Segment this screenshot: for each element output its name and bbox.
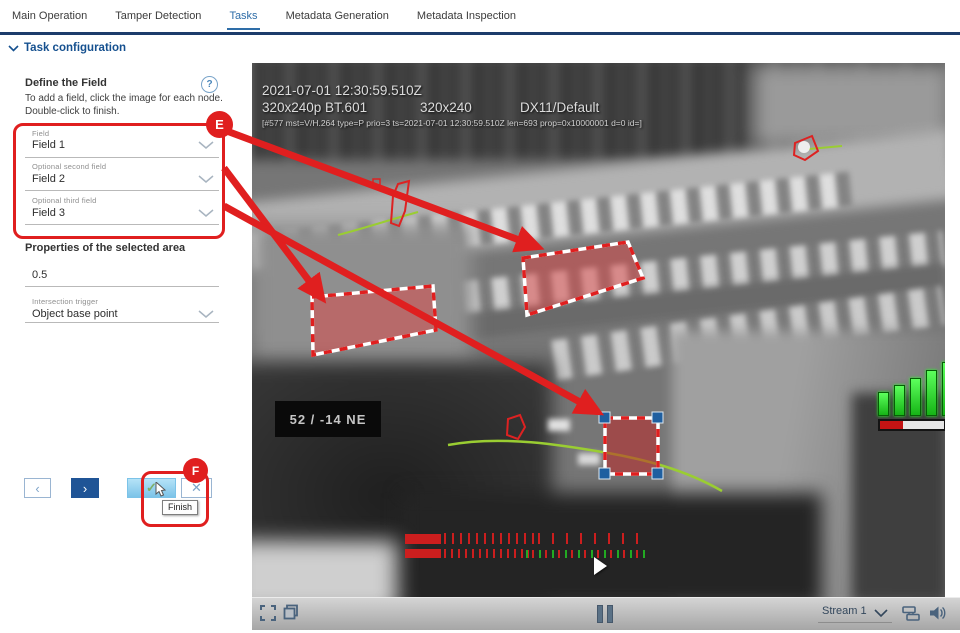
annotation-badge-e: E bbox=[206, 111, 233, 138]
finish-tooltip: Finish bbox=[162, 500, 198, 515]
chevron-down-icon[interactable] bbox=[874, 609, 888, 618]
divider bbox=[25, 190, 219, 191]
chevron-down-icon[interactable] bbox=[198, 175, 214, 184]
section-title: Task configuration bbox=[24, 42, 126, 54]
metadata-tick-block bbox=[405, 549, 441, 558]
tab-tamper-detection[interactable]: Tamper Detection bbox=[113, 10, 203, 30]
field2-label: Optional second field bbox=[32, 162, 106, 171]
next-step-button[interactable]: › bbox=[71, 478, 99, 498]
field3-select[interactable]: Field 3 bbox=[32, 207, 65, 219]
properties-heading: Properties of the selected area bbox=[25, 242, 185, 254]
application-window: Main Operation Tamper Detection Tasks Me… bbox=[0, 0, 960, 633]
divider bbox=[25, 286, 219, 287]
speaker-icon[interactable] bbox=[928, 604, 946, 622]
field1-label: Field bbox=[32, 129, 49, 138]
osd-timestamp: 2021-07-01 12:30:59.510Z bbox=[262, 83, 422, 98]
annotation-badge-f: F bbox=[183, 458, 208, 483]
task-configuration-toggle[interactable]: Task configuration bbox=[8, 42, 126, 54]
level-meter bbox=[878, 419, 945, 431]
field1-select[interactable]: Field 1 bbox=[32, 139, 65, 151]
fullscreen-icon[interactable] bbox=[260, 605, 276, 621]
field3-label: Optional third field bbox=[32, 196, 96, 205]
top-tab-bar: Main Operation Tamper Detection Tasks Me… bbox=[10, 0, 518, 30]
pause-button[interactable] bbox=[597, 605, 613, 623]
header-divider bbox=[0, 32, 960, 35]
osd-metadata: [#577 mst=V/H.264 type=P prio=3 ts=2021-… bbox=[262, 118, 642, 128]
play-indicator-icon bbox=[594, 557, 607, 575]
divider bbox=[818, 622, 892, 623]
chevron-down-icon[interactable] bbox=[198, 310, 214, 319]
metadata-tick-block bbox=[405, 534, 441, 544]
divider bbox=[25, 157, 219, 158]
stream-select[interactable]: Stream 1 bbox=[822, 605, 867, 617]
tab-tasks[interactable]: Tasks bbox=[227, 10, 259, 30]
define-field-heading: Define the Field bbox=[25, 77, 107, 89]
intersection-trigger-label: Intersection trigger bbox=[32, 297, 98, 306]
metadata-ticks bbox=[444, 549, 524, 558]
tab-metadata-generation[interactable]: Metadata Generation bbox=[284, 10, 391, 30]
tab-metadata-inspection[interactable]: Metadata Inspection bbox=[415, 10, 518, 30]
encoder-icon[interactable] bbox=[902, 605, 920, 622]
chevron-down-icon bbox=[8, 45, 19, 52]
pan-tilt-label: 52 / -14 NE bbox=[275, 401, 381, 437]
tab-main-operation[interactable]: Main Operation bbox=[10, 10, 89, 30]
divider bbox=[25, 224, 219, 225]
video-frame bbox=[252, 63, 945, 597]
debounce-input[interactable]: 0.5 bbox=[32, 269, 47, 281]
field-instructions: To add a field, click the image for each… bbox=[25, 93, 231, 118]
osd-resolution: 320x240 bbox=[420, 100, 472, 115]
divider bbox=[25, 322, 219, 323]
osd-renderer: DX11/Default bbox=[520, 100, 599, 115]
chevron-down-icon[interactable] bbox=[198, 141, 214, 150]
osd-format: 320x240p BT.601 bbox=[262, 100, 367, 115]
chevron-down-icon[interactable] bbox=[198, 209, 214, 218]
snapshot-copy-icon[interactable] bbox=[283, 604, 299, 620]
help-icon[interactable]: ? bbox=[201, 76, 218, 93]
video-canvas[interactable]: 2021-07-01 12:30:59.510Z 320x240p BT.601… bbox=[252, 63, 945, 597]
signal-strength-bars bbox=[878, 362, 945, 416]
player-bar: Stream 1 bbox=[252, 597, 960, 630]
previous-step-button[interactable]: ‹ bbox=[24, 478, 51, 498]
metadata-ticks bbox=[444, 533, 536, 544]
metadata-ticks bbox=[538, 533, 640, 544]
finish-button[interactable]: ✓ bbox=[127, 478, 176, 498]
field2-select[interactable]: Field 2 bbox=[32, 173, 65, 185]
metadata-ticks bbox=[526, 550, 648, 558]
intersection-trigger-select[interactable]: Object base point bbox=[32, 308, 118, 320]
